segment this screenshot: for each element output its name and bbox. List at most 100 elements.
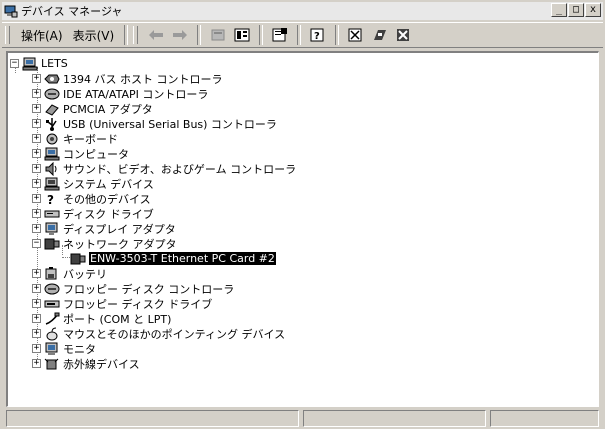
network-card-icon (70, 252, 86, 266)
expand-button[interactable]: + (32, 209, 41, 218)
tree-category-item[interactable]: + PCMCIA アダプタ (32, 101, 153, 116)
tree-category-item[interactable]: + ディスプレイ アダプタ (32, 221, 176, 236)
expand-button[interactable]: + (32, 149, 41, 158)
pcmcia-icon (44, 102, 60, 116)
menu-toolbar: 操作(A) 表示(V) ? (2, 22, 603, 48)
maximize-button[interactable]: □ (568, 3, 584, 17)
expand-button[interactable]: + (32, 314, 41, 323)
help-icon[interactable]: ? (308, 25, 328, 45)
close-button[interactable]: x (585, 3, 601, 17)
title-bar[interactable]: デバイス マネージャ _ □ x (2, 2, 603, 20)
other-device-icon: ? (44, 192, 60, 206)
properties-icon[interactable] (270, 25, 290, 45)
status-cell-main (6, 410, 299, 427)
tree-item-label: フロッピー ディスク コントローラ (63, 282, 235, 296)
print-icon[interactable] (370, 25, 390, 45)
network-adapter-icon (44, 237, 60, 251)
tree-item-label: ポート (COM と LPT) (63, 312, 172, 326)
toolbar-grip[interactable] (133, 26, 139, 44)
tree-device-item[interactable]: ENW-3503-T Ethernet PC Card #2 (70, 251, 276, 266)
tree-category-item[interactable]: + USB (Universal Serial Bus) コントローラ (32, 116, 277, 131)
expand-button[interactable]: + (32, 194, 41, 203)
tree-category-item[interactable]: + キーボード (32, 131, 118, 146)
tree-category-item[interactable]: + 赤外線デバイス (32, 356, 140, 371)
system-device-icon (44, 177, 60, 191)
collapse-button[interactable]: − (32, 239, 41, 248)
scan-hardware-icon[interactable] (346, 25, 366, 45)
expand-button[interactable]: + (32, 119, 41, 128)
status-cell-3 (490, 410, 599, 427)
tree-category-item[interactable]: + コンピュータ (32, 146, 129, 161)
svg-text:?: ? (314, 31, 320, 42)
expand-button[interactable]: + (32, 179, 41, 188)
expand-button[interactable]: + (32, 269, 41, 278)
tree-item-label: ディスプレイ アダプタ (63, 222, 176, 236)
tree-category-item[interactable]: − ネットワーク アダプタ (32, 236, 177, 251)
battery-icon (44, 266, 60, 281)
expand-button[interactable]: + (32, 329, 41, 338)
menubar-grip[interactable] (5, 26, 10, 44)
tree-item-label: サウンド、ビデオ、およびゲーム コントローラ (63, 162, 297, 176)
toolbar-separator (124, 25, 129, 45)
expand-button[interactable]: + (32, 224, 41, 233)
status-bar (6, 410, 599, 427)
toolbar-separator (197, 25, 202, 45)
expand-button[interactable]: + (32, 104, 41, 113)
tree-item-label: 赤外線デバイス (63, 357, 140, 371)
tree-category-item[interactable]: + IDE ATA/ATAPI コントローラ (32, 86, 208, 101)
tree-item-label: 1394 バス ホスト コントローラ (63, 72, 223, 86)
tree-item-label: モニタ (63, 342, 96, 356)
tree-category-item[interactable]: + システム デバイス (32, 176, 154, 191)
tree-category-item[interactable]: + ポート (COM と LPT) (32, 311, 171, 326)
menu-view[interactable]: 表示(V) (68, 27, 120, 44)
back-icon[interactable] (146, 25, 166, 45)
tree-item-label: ENW-3503-T Ethernet PC Card #2 (89, 252, 276, 265)
disk-drive-icon (44, 207, 60, 221)
expand-button[interactable]: + (32, 344, 41, 353)
minimize-button[interactable]: _ (551, 3, 567, 17)
usb-icon (44, 117, 60, 131)
floppy-drive-icon (44, 297, 60, 311)
tree-category-item[interactable]: + フロッピー ディスク コントローラ (32, 281, 234, 296)
collapse-root[interactable]: − (10, 59, 19, 68)
tree-category-item[interactable]: + サウンド、ビデオ、およびゲーム コントローラ (32, 161, 296, 176)
tree-category-item[interactable]: + フロッピー ディスク ドライブ (32, 296, 212, 311)
toolbar-separator (297, 25, 302, 45)
tree-item-label: コンピュータ (63, 147, 129, 161)
tree-item-label: ネットワーク アダプタ (63, 237, 177, 251)
tree-category-item[interactable]: +? その他のデバイス (32, 191, 151, 206)
tree-item-label: IDE ATA/ATAPI コントローラ (63, 87, 209, 101)
expand-button[interactable]: + (32, 134, 41, 143)
1394-bus-icon (44, 72, 60, 86)
toolbar-separator (259, 25, 264, 45)
computer-root-icon (22, 57, 38, 71)
tree-category-item[interactable]: + バッテリ (32, 266, 107, 281)
tree-category-item[interactable]: + マウスとそのほかのポインティング デバイス (32, 326, 285, 341)
expand-button[interactable]: + (32, 89, 41, 98)
tree-item-label: システム デバイス (63, 177, 154, 191)
tree-item-label: USB (Universal Serial Bus) コントローラ (63, 117, 277, 131)
svg-text:?: ? (47, 193, 54, 206)
device-tree[interactable]: − LETS +1394 バス ホスト コントローラ + IDE ATA/ATAPI… (6, 51, 599, 407)
properties-view-icon[interactable] (232, 25, 252, 45)
up-icon[interactable] (208, 25, 228, 45)
tree-category-item[interactable]: + モニタ (32, 341, 96, 356)
tree-category-item[interactable]: +1394 バス ホスト コントローラ (32, 71, 222, 86)
menu-action[interactable]: 操作(A) (16, 27, 68, 44)
tree-item-label: マウスとそのほかのポインティング デバイス (63, 327, 286, 341)
expand-button[interactable]: + (32, 74, 41, 83)
port-icon (44, 312, 60, 326)
status-cell-2 (303, 410, 486, 427)
monitor-icon (44, 342, 60, 356)
uninstall-icon[interactable] (394, 25, 414, 45)
expand-button[interactable]: + (32, 164, 41, 173)
tree-root[interactable]: − LETS (10, 56, 68, 71)
expand-button[interactable]: + (32, 359, 41, 368)
toolbar-separator (335, 25, 340, 45)
expand-button[interactable]: + (32, 284, 41, 293)
forward-icon[interactable] (170, 25, 190, 45)
expand-button[interactable]: + (32, 299, 41, 308)
mouse-icon (44, 327, 60, 341)
tree-category-item[interactable]: + ディスク ドライブ (32, 206, 154, 221)
ide-controller-icon (44, 87, 60, 101)
